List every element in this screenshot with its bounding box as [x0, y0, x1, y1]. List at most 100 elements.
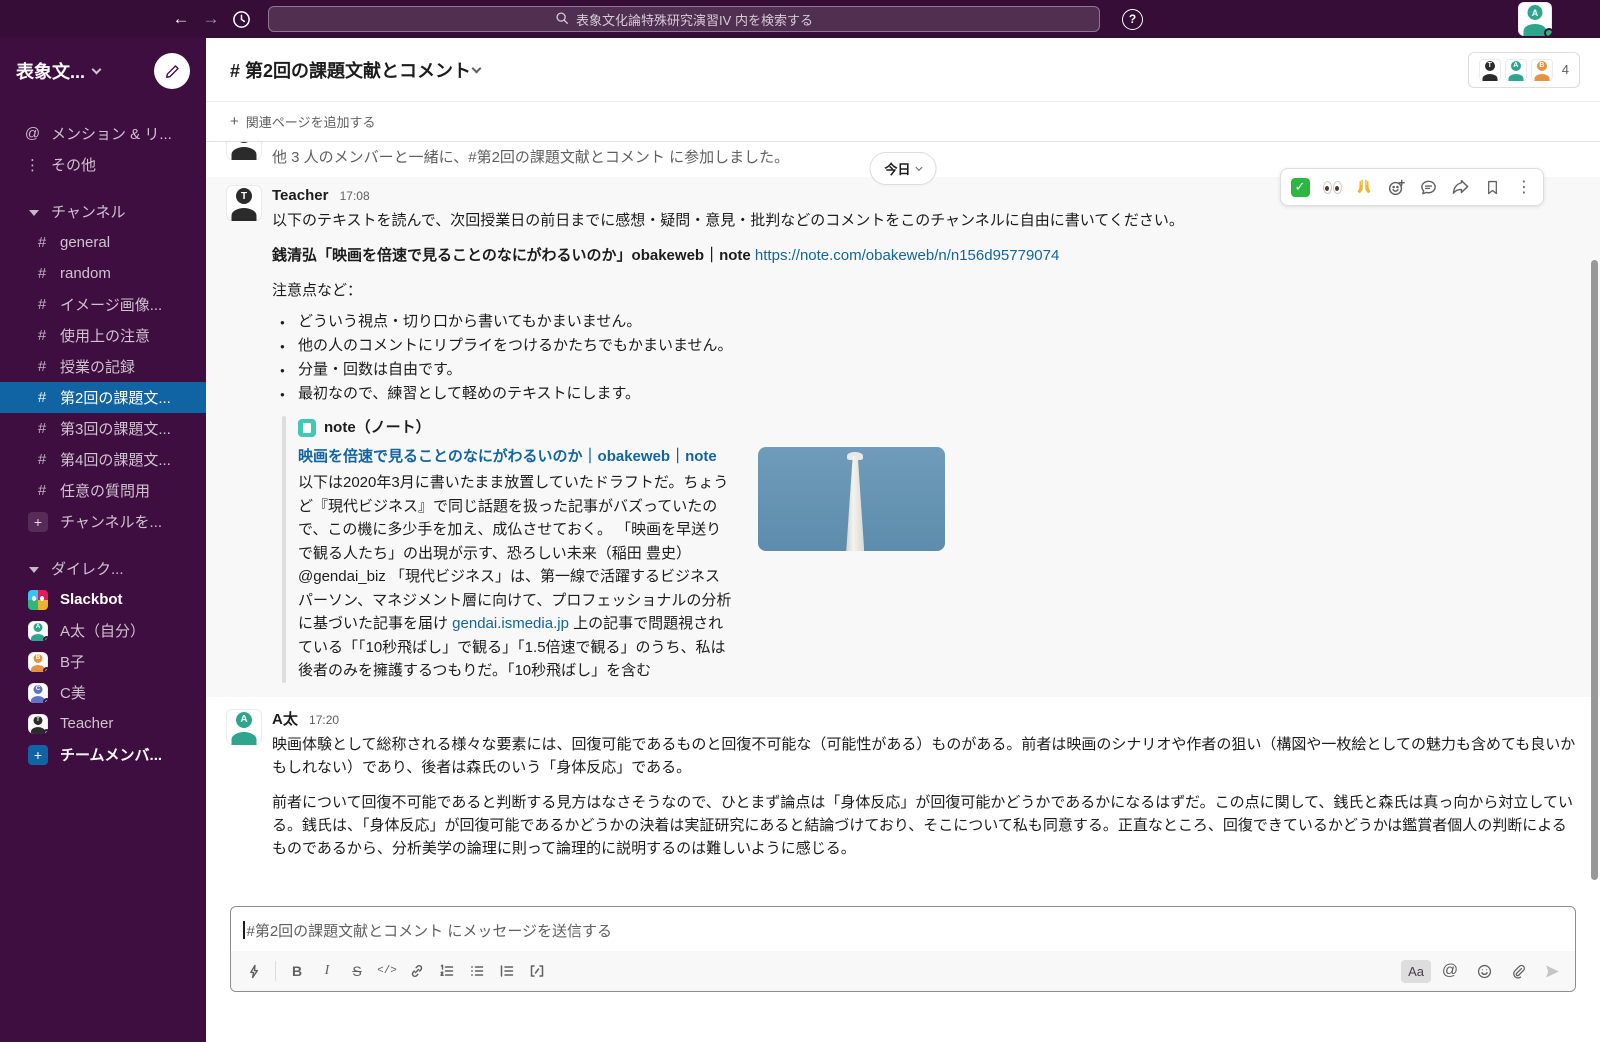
- mention-icon[interactable]: @: [1435, 956, 1465, 986]
- bullet-list: どういう視点・切り口から書いてもかまいません。 他の人のコメントにリプライをつけ…: [272, 310, 1580, 406]
- reply-thread-icon[interactable]: [1413, 172, 1443, 202]
- member-count: 4: [1562, 62, 1569, 77]
- avatar: A: [28, 621, 48, 641]
- sidebar: 表象文... @ メンション & リ... ⋮ その他 チャンネル: [0, 38, 206, 1042]
- channel-members-button[interactable]: T A B 4: [1468, 52, 1580, 88]
- sidebar-item-general[interactable]: # general: [0, 227, 206, 258]
- history-forward-button[interactable]: →: [196, 9, 226, 29]
- inline-link[interactable]: gendai.ismedia.jp: [452, 615, 569, 632]
- search-input[interactable]: 表象文化論特殊研究演習IV 内を検索する: [268, 6, 1100, 32]
- composer-area: #第2回の課題文献とコメント にメッセージを送信する B I S </>: [206, 906, 1600, 1042]
- message-author[interactable]: Teacher: [272, 187, 328, 204]
- code-block-icon[interactable]: [522, 956, 552, 986]
- more-actions-icon[interactable]: ⋮: [1509, 172, 1539, 202]
- channel-title[interactable]: # 第2回の課題文献とコメント: [230, 57, 471, 83]
- send-message-icon[interactable]: [1537, 956, 1567, 986]
- sidebar-item-bko[interactable]: B B子: [0, 646, 206, 677]
- reaction-eyes-icon[interactable]: [1317, 172, 1347, 202]
- bookmarks-bar: + 関連ページを追加する: [206, 102, 1600, 142]
- user-avatar[interactable]: A: [1518, 2, 1552, 36]
- hash-icon: #: [34, 234, 50, 251]
- date-pill[interactable]: 今日: [869, 152, 936, 185]
- caret-down-icon: [24, 203, 41, 220]
- emoji-picker-icon[interactable]: [1469, 956, 1499, 986]
- hide-formatting-button[interactable]: Aa: [1401, 960, 1431, 983]
- link-icon[interactable]: [402, 956, 432, 986]
- sidebar-item-slackbot[interactable]: Slackbot: [0, 584, 206, 615]
- list-item: どういう視点・切り口から書いてもかまいません。: [272, 310, 1580, 334]
- sidebar-item-session2-selected[interactable]: # 第2回の課題文...: [0, 382, 206, 413]
- member-avatar: B: [1531, 59, 1553, 81]
- code-icon[interactable]: </>: [372, 956, 402, 986]
- message-text: 前者について回復不可能であると判断する見方はなさそうなので、ひとまず論点は「身体…: [272, 791, 1580, 860]
- invite-members-button[interactable]: + チームメンバ...: [0, 739, 206, 770]
- sidebar-item-session3[interactable]: # 第3回の課題文...: [0, 413, 206, 444]
- at-icon: @: [24, 125, 41, 142]
- sidebar-item-image[interactable]: # イメージ画像...: [0, 289, 206, 320]
- sidebar-item-teacher[interactable]: T Teacher: [0, 708, 206, 739]
- blockquote-icon[interactable]: [492, 956, 522, 986]
- workspace-name[interactable]: 表象文...: [16, 58, 85, 84]
- sidebar-item-usage-notes[interactable]: # 使用上の注意: [0, 320, 206, 351]
- plus-icon: +: [230, 113, 239, 130]
- reaction-white-check-mark-icon[interactable]: ✓: [1285, 172, 1315, 202]
- hash-icon: #: [34, 265, 50, 282]
- new-message-button[interactable]: [154, 53, 190, 89]
- list-item: 他の人のコメントにリプライをつけるかたちでもかまいません。: [272, 334, 1580, 358]
- sidebar-item-cmi[interactable]: C C美: [0, 677, 206, 708]
- bold-icon[interactable]: B: [282, 956, 312, 986]
- scrollbar[interactable]: [1591, 260, 1598, 880]
- site-name: note（ノート）: [324, 416, 431, 439]
- presence-offline-icon: [43, 667, 48, 672]
- sidebar-item-more[interactable]: ⋮ その他: [0, 149, 206, 180]
- bookmark-icon[interactable]: [1477, 172, 1507, 202]
- help-icon[interactable]: ?: [1122, 9, 1143, 30]
- workspace-chevron-down-icon: [92, 65, 102, 75]
- share-message-icon[interactable]: [1445, 172, 1475, 202]
- avatar[interactable]: T: [226, 185, 262, 221]
- sidebar-item-class-records[interactable]: # 授業の記録: [0, 351, 206, 382]
- sidebar-item-ata-self[interactable]: A A太（自分）: [0, 615, 206, 646]
- article-citation: 銭清弘「映画を倍速で見ることのなにがわるいのか」obakeweb｜note: [272, 247, 755, 264]
- sidebar-item-session4[interactable]: # 第4回の課題文...: [0, 444, 206, 475]
- avatar[interactable]: A: [226, 709, 262, 745]
- ordered-list-icon[interactable]: [432, 956, 462, 986]
- formatting-toolbar: B I S </>: [231, 951, 1575, 991]
- attach-file-icon[interactable]: [1503, 956, 1533, 986]
- sidebar-item-random[interactable]: # random: [0, 258, 206, 289]
- avatar: T: [28, 714, 48, 734]
- list-item: 分量・回数は自由です。: [272, 358, 1580, 382]
- slackbot-icon: [28, 590, 48, 610]
- reaction-raised-hands-icon[interactable]: [1349, 172, 1379, 202]
- message-input[interactable]: #第2回の課題文献とコメント にメッセージを送信する: [231, 907, 1575, 951]
- sidebar-item-questions[interactable]: # 任意の質問用: [0, 475, 206, 506]
- message-text: 映画体験として総称される様々な要素には、回復可能であるものと回復不可能な（可能性…: [272, 733, 1580, 779]
- article-url-link[interactable]: https://note.com/obakeweb/n/n156d9577907…: [755, 247, 1059, 264]
- history-back-button[interactable]: ←: [166, 9, 196, 29]
- strikethrough-icon[interactable]: S: [342, 956, 372, 986]
- dms-section-header[interactable]: ダイレク...: [0, 553, 206, 584]
- composer-placeholder: #第2回の課題文献とコメント にメッセージを送信する: [247, 920, 613, 941]
- message-composer: #第2回の課題文献とコメント にメッセージを送信する B I S </>: [230, 906, 1576, 992]
- preview-thumbnail-image[interactable]: [758, 447, 945, 551]
- note-favicon-icon: [298, 419, 316, 437]
- message-author[interactable]: A太: [272, 711, 298, 728]
- channels-section-header[interactable]: チャンネル: [0, 196, 206, 227]
- history-clock-icon[interactable]: [226, 10, 256, 29]
- add-reaction-icon[interactable]: [1381, 172, 1411, 202]
- channel-header: # 第2回の課題文献とコメント T A B 4: [206, 38, 1600, 102]
- message-author[interactable]: Teacher: [272, 142, 328, 143]
- message-timestamp[interactable]: 17:08: [340, 189, 370, 203]
- sidebar-item-mentions[interactable]: @ メンション & リ...: [0, 118, 206, 149]
- hash-icon: #: [34, 420, 50, 437]
- add-channel-button[interactable]: + チャンネルを...: [0, 506, 206, 537]
- add-related-page-button[interactable]: 関連ページを追加する: [246, 112, 376, 131]
- bulleted-list-icon[interactable]: [462, 956, 492, 986]
- message-timestamp[interactable]: 17:20: [309, 713, 339, 727]
- hash-icon: #: [34, 451, 50, 468]
- chevron-down-icon: [915, 164, 922, 171]
- preview-title-link[interactable]: 映画を倍速で見ることのなにがわるいのか｜obakeweb｜note: [298, 445, 732, 469]
- shortcuts-bolt-icon[interactable]: [239, 956, 269, 986]
- hash-icon: #: [34, 327, 50, 344]
- italic-icon[interactable]: I: [312, 956, 342, 986]
